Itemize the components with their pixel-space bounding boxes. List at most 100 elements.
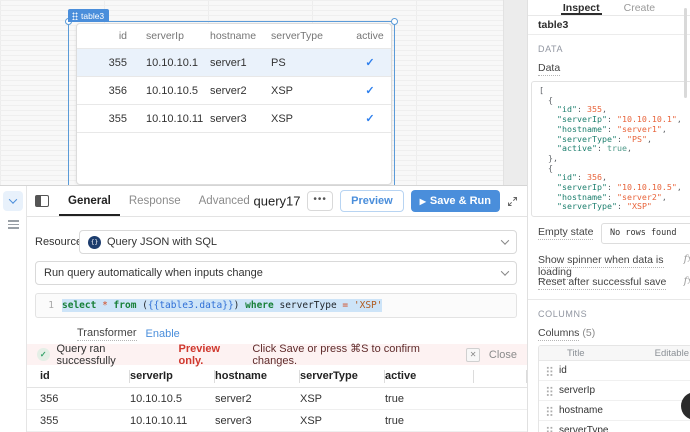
json-token: 355 bbox=[586, 104, 602, 115]
tab-advanced[interactable]: Advanced bbox=[190, 186, 259, 216]
column-name: hostname bbox=[559, 405, 603, 416]
json-token: , bbox=[661, 123, 667, 134]
inspected-component-name[interactable]: table3 bbox=[528, 16, 690, 35]
resource-select[interactable]: {} Query JSON with SQL bbox=[79, 230, 517, 254]
json-token: : bbox=[576, 172, 587, 183]
query-editor-body: Resource {} Query JSON with SQL Run quer… bbox=[27, 217, 527, 341]
sql-token: serverType bbox=[279, 300, 337, 311]
fx-toggle-icon[interactable]: fx bbox=[684, 254, 690, 265]
column-header: id bbox=[118, 30, 127, 42]
table-row[interactable]: 355 10.10.10.1 server1 PS ✓ bbox=[77, 49, 391, 77]
query-editor-header: General Response Advanced query17 ••• Pr… bbox=[27, 186, 527, 217]
check-icon: ✓ bbox=[365, 57, 375, 69]
table3-widget-label[interactable]: table3 bbox=[68, 9, 110, 22]
json-token: { bbox=[548, 162, 553, 173]
results-cell: XSP bbox=[300, 414, 323, 427]
drag-handle-icon bbox=[546, 405, 553, 416]
json-line: "active": true, bbox=[539, 143, 690, 154]
results-cell: server2 bbox=[215, 392, 252, 405]
sidebar-toggle-icon[interactable] bbox=[35, 195, 49, 207]
query-list-collapse-button[interactable] bbox=[3, 191, 23, 211]
column-list-item[interactable]: serverType bbox=[539, 421, 690, 432]
json-token: "serverIp" bbox=[557, 114, 607, 125]
sql-token: ( bbox=[136, 300, 148, 311]
json-token: "server2" bbox=[616, 191, 662, 202]
query-title[interactable]: query17 bbox=[254, 194, 301, 209]
results-cell: server3 bbox=[215, 414, 252, 427]
table3-widget[interactable]: id serverIp hostname serverType active 355 10… bbox=[76, 23, 392, 185]
preview-button[interactable]: Preview bbox=[340, 190, 404, 212]
data-field-label: Data bbox=[538, 62, 561, 76]
json-token: }, bbox=[548, 152, 558, 163]
line-number: 1 bbox=[48, 300, 54, 311]
table-row[interactable]: 355 10.10.10.11 server3 XSP ✓ bbox=[77, 105, 391, 133]
sql-token: where bbox=[245, 300, 274, 311]
check-icon: ✓ bbox=[365, 85, 375, 97]
close-button[interactable]: Close bbox=[489, 349, 517, 361]
tab-create[interactable]: Create bbox=[622, 0, 658, 15]
columns-list-header: Title Editable bbox=[539, 346, 690, 361]
tab-inspect[interactable]: Inspect bbox=[561, 0, 602, 15]
selection-handle[interactable] bbox=[391, 18, 398, 25]
status-message: Query ran successfully bbox=[56, 342, 116, 367]
more-options-button[interactable]: ••• bbox=[307, 191, 334, 211]
json-token: : bbox=[606, 191, 617, 202]
json-token: "server1" bbox=[616, 123, 662, 134]
run-behavior-select[interactable]: Run query automatically when inputs chan… bbox=[35, 261, 517, 285]
table-cell: XSP bbox=[271, 112, 294, 125]
columns-list: Title Editable id serverIp hostname serverT… bbox=[538, 345, 690, 432]
column-list-item[interactable]: serverIp bbox=[539, 381, 690, 401]
json-token: , bbox=[626, 143, 632, 154]
drag-handle-icon bbox=[546, 385, 553, 396]
table-row[interactable]: 356 10.10.10.5 server2 XSP ✓ bbox=[77, 77, 391, 105]
tab-response[interactable]: Response bbox=[120, 186, 190, 216]
json-token: : bbox=[606, 123, 617, 134]
transformer-enable-link[interactable]: Enable bbox=[146, 328, 180, 340]
json-token: "hostname" bbox=[557, 191, 607, 202]
table-cell: XSP bbox=[271, 84, 294, 97]
chevron-down-icon bbox=[500, 236, 510, 245]
save-and-run-button[interactable]: ▶ Save & Run bbox=[410, 190, 500, 212]
query-results-table: id serverIp hostname serverType active 356 10… bbox=[27, 365, 527, 432]
json-token: : bbox=[616, 201, 627, 212]
json-token: "serverType" bbox=[557, 133, 617, 144]
table-cell: server1 bbox=[210, 56, 247, 69]
json-token: "10.10.10.5" bbox=[616, 182, 677, 193]
close-icon[interactable]: ✕ bbox=[466, 347, 480, 362]
query-status-bar: ✓ Query ran successfully Preview only. C… bbox=[27, 342, 527, 367]
sql-code-editor[interactable]: 1 select * from ({{table3.data}}) where … bbox=[35, 293, 517, 318]
table-cell: 10.10.10.1 bbox=[146, 56, 198, 69]
check-icon: ✓ bbox=[365, 113, 375, 125]
table-cell: 10.10.10.11 bbox=[146, 112, 204, 125]
json-token: 356 bbox=[586, 172, 602, 183]
table-cell: server2 bbox=[210, 84, 247, 97]
fx-toggle-icon[interactable]: fx bbox=[684, 276, 690, 287]
results-column-header: hostname bbox=[215, 369, 300, 383]
column-list-item[interactable]: id bbox=[539, 361, 690, 381]
data-section-label: DATA bbox=[538, 44, 564, 54]
results-cell: XSP bbox=[300, 392, 323, 405]
data-json-editor[interactable]: [{"id": 355, "serverIp": "10.10.10.1", "ho… bbox=[531, 81, 690, 217]
empty-state-input[interactable]: No rows found bbox=[601, 223, 690, 244]
json-line: }, bbox=[539, 152, 690, 164]
results-column-header: serverType bbox=[300, 369, 385, 383]
json-token: , bbox=[646, 133, 652, 144]
table-cell: 355 bbox=[108, 112, 127, 125]
json-token: : bbox=[606, 114, 617, 125]
scrollbar[interactable] bbox=[684, 8, 687, 98]
drag-handle-icon bbox=[546, 365, 553, 376]
json-line: "serverType": "XSP" bbox=[539, 202, 690, 212]
column-name: id bbox=[559, 365, 567, 376]
tab-general[interactable]: General bbox=[59, 186, 120, 216]
table-cell: ✓ bbox=[347, 112, 391, 125]
json-token: [ bbox=[539, 85, 544, 95]
widget-name: table3 bbox=[81, 10, 105, 21]
expand-panel-icon[interactable] bbox=[507, 196, 518, 207]
json-token: : bbox=[596, 143, 607, 154]
sql-token: {{table3.data}} bbox=[147, 300, 234, 311]
query-list-icon[interactable] bbox=[7, 220, 19, 229]
json-token: , bbox=[601, 172, 607, 183]
column-list-item[interactable]: hostname bbox=[539, 401, 690, 421]
inspector-panel: Inspect Create table3 DATA Data [{"id": … bbox=[527, 0, 690, 432]
results-column-header bbox=[474, 369, 527, 383]
